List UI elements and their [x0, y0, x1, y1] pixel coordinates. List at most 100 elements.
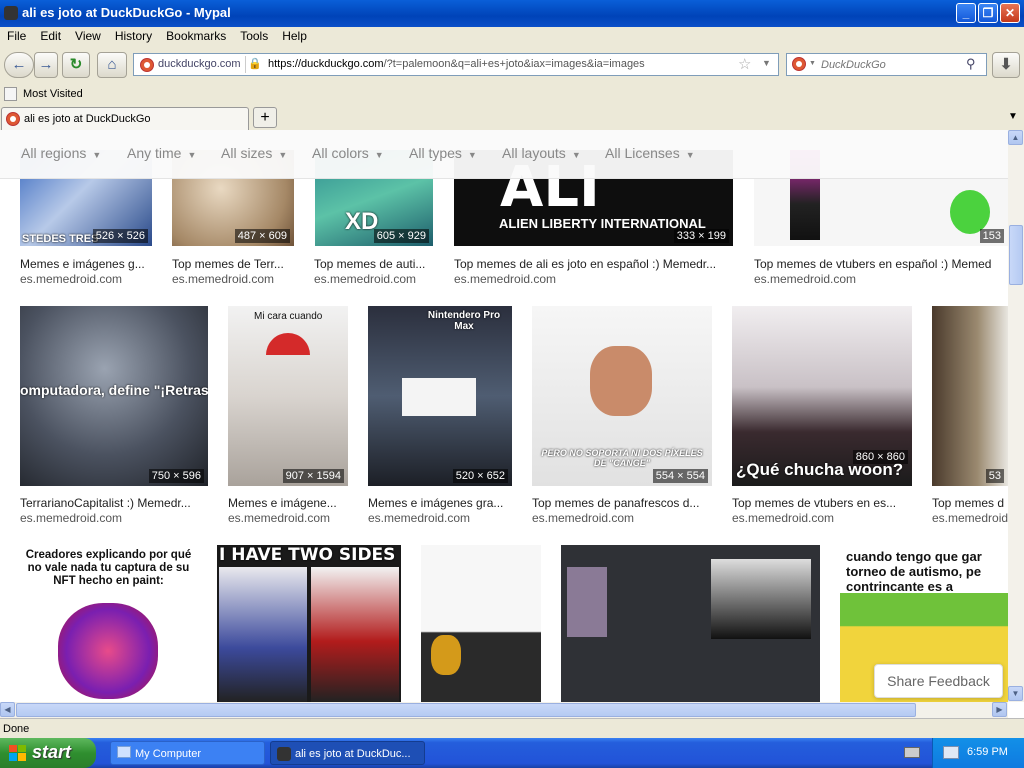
- filter-sizes[interactable]: All sizes ▼: [221, 145, 287, 161]
- bookmark-star-icon[interactable]: ☆: [738, 55, 751, 73]
- site-identity-button[interactable]: duckduckgo.com: [136, 56, 246, 73]
- image-result-thumbnail[interactable]: [561, 545, 820, 702]
- result-source[interactable]: es.memedroid.com: [532, 511, 716, 525]
- menu-tools[interactable]: Tools: [233, 27, 275, 43]
- image-result-thumbnail[interactable]: ¿Qué chucha woon? 860 × 860: [732, 306, 912, 486]
- result-source[interactable]: es.memedroid.com: [932, 511, 1008, 525]
- forward-button[interactable]: →: [34, 52, 58, 78]
- scroll-left-button[interactable]: ◀: [0, 702, 15, 717]
- result-source[interactable]: es.memedroid.com: [454, 272, 739, 286]
- search-bar[interactable]: ▼ ⚲: [786, 53, 987, 76]
- image-result-thumbnail[interactable]: omputadora, define "¡Retraso 750 × 596: [20, 306, 208, 486]
- windows-logo-icon: [9, 745, 26, 761]
- filter-colors[interactable]: All colors ▼: [312, 145, 384, 161]
- filter-time[interactable]: Any time ▼: [127, 145, 196, 161]
- menu-help[interactable]: Help: [275, 27, 314, 43]
- downloads-button[interactable]: ⬇: [992, 52, 1020, 78]
- scroll-down-button[interactable]: ▼: [1008, 686, 1023, 701]
- restore-button[interactable]: ❐: [978, 3, 998, 23]
- result-caption[interactable]: Memes e imágenes g...: [20, 257, 160, 271]
- tab-active[interactable]: ali es joto at DuckDuckGo: [1, 107, 249, 130]
- minimize-button[interactable]: _: [956, 3, 976, 23]
- filter-layouts[interactable]: All layouts ▼: [502, 145, 581, 161]
- image-dimensions: 526 × 526: [92, 229, 148, 243]
- chevron-down-icon: ▼: [467, 150, 477, 160]
- vertical-scroll-thumb[interactable]: [1009, 225, 1023, 285]
- image-result-thumbnail[interactable]: Creadores explicando por qué no vale nad…: [20, 545, 197, 702]
- start-button[interactable]: start: [0, 738, 96, 768]
- taskbar-item-browser[interactable]: ali es joto at DuckDuc...: [270, 741, 425, 765]
- menu-view[interactable]: View: [68, 27, 108, 43]
- scroll-right-button[interactable]: ▶: [992, 702, 1007, 717]
- image-result-thumbnail[interactable]: PERO NO SOPORTA NI DOS PÍXELES DE "CANGE…: [532, 306, 712, 486]
- menu-bookmarks[interactable]: Bookmarks: [159, 27, 233, 43]
- horizontal-scrollbar[interactable]: ◀ ▶: [0, 702, 1008, 718]
- result-caption[interactable]: Top memes de auti...: [314, 257, 439, 271]
- reload-icon: ↻: [69, 56, 83, 73]
- result-caption[interactable]: Top memes de vtubers en español :) Memed: [754, 257, 1008, 271]
- network-icon[interactable]: [943, 746, 959, 759]
- start-label: start: [32, 742, 72, 762]
- navigation-toolbar: ← → ↻ ⌂ duckduckgo.com 🔒 https://duckduc…: [0, 46, 1024, 84]
- image-result-thumbnail[interactable]: [421, 545, 541, 702]
- taskbar-item-label: ali es joto at DuckDuc...: [295, 748, 411, 760]
- result-source[interactable]: es.memedroid.com: [20, 272, 160, 286]
- result-source[interactable]: es.memedroid.com: [20, 511, 210, 525]
- menu-history[interactable]: History: [108, 27, 159, 43]
- result-source[interactable]: es.memedroid.com: [228, 511, 352, 525]
- keyboard-icon[interactable]: [904, 747, 920, 758]
- result-source[interactable]: es.memedroid.com: [732, 511, 916, 525]
- result-source[interactable]: es.memedroid.com: [314, 272, 439, 286]
- menu-bar: File Edit View History Bookmarks Tools Help: [0, 27, 1024, 46]
- image-dimensions: 554 × 554: [652, 469, 708, 483]
- search-input[interactable]: [821, 57, 961, 72]
- clock[interactable]: 6:59 PM: [967, 746, 1008, 758]
- home-button[interactable]: ⌂: [97, 52, 127, 78]
- back-button[interactable]: ←: [4, 52, 34, 78]
- result-source[interactable]: es.memedroid.com: [172, 272, 297, 286]
- scroll-up-button[interactable]: ▲: [1008, 130, 1023, 145]
- filter-licenses-label: All Licenses: [605, 145, 680, 161]
- new-tab-button[interactable]: +: [253, 107, 277, 128]
- result-caption[interactable]: Top memes de ali es joto en español :) M…: [454, 257, 739, 271]
- taskbar-item-label: My Computer: [135, 748, 202, 760]
- image-text: PERO NO SOPORTA NI DOS PÍXELES DE "CANGE…: [541, 448, 703, 468]
- share-feedback-button[interactable]: Share Feedback: [874, 664, 1003, 698]
- url-text[interactable]: https://duckduckgo.com/?t=palemoon&q=ali…: [268, 58, 645, 70]
- result-caption[interactable]: Memes e imágenes gra...: [368, 496, 516, 510]
- result-caption[interactable]: Top memes de Terr...: [172, 257, 297, 271]
- menu-edit[interactable]: Edit: [33, 27, 68, 43]
- filter-licenses[interactable]: All Licenses ▼: [605, 145, 695, 161]
- filter-time-label: Any time: [127, 145, 182, 161]
- url-dropdown-icon[interactable]: ▼: [762, 58, 771, 68]
- image-figure: [950, 190, 990, 234]
- image-result-thumbnail[interactable]: 53: [932, 306, 1008, 486]
- search-engine-icon[interactable]: [792, 57, 806, 71]
- image-result-thumbnail[interactable]: Mi cara cuando 907 × 1594: [228, 306, 348, 486]
- result-caption[interactable]: Top memes d: [932, 496, 1008, 510]
- result-caption[interactable]: Top memes de vtubers en es...: [732, 496, 916, 510]
- filter-regions[interactable]: All regions ▼: [21, 145, 101, 161]
- most-visited-link[interactable]: Most Visited: [23, 88, 83, 100]
- result-source[interactable]: es.memedroid.com: [368, 511, 516, 525]
- reload-button[interactable]: ↻: [62, 52, 90, 78]
- tab-list-icon[interactable]: ▼: [1008, 111, 1018, 122]
- result-caption[interactable]: Top memes de panafrescos d...: [532, 496, 716, 510]
- url-bar[interactable]: duckduckgo.com 🔒 https://duckduckgo.com/…: [133, 53, 779, 76]
- image-text: I HAVE TWO SIDES: [219, 545, 396, 565]
- close-button[interactable]: ✕: [1000, 3, 1020, 23]
- filter-types[interactable]: All types ▼: [409, 145, 477, 161]
- image-result-thumbnail[interactable]: I HAVE TWO SIDES: [217, 545, 401, 702]
- horizontal-scroll-thumb[interactable]: [16, 703, 916, 717]
- image-dimensions: 605 × 929: [373, 229, 429, 243]
- menu-file[interactable]: File: [0, 27, 33, 43]
- search-engine-dropdown-icon[interactable]: ▼: [809, 60, 816, 67]
- taskbar-item-my-computer[interactable]: My Computer: [110, 741, 265, 765]
- vertical-scrollbar[interactable]: ▲ ▼: [1008, 130, 1024, 702]
- image-result-thumbnail[interactable]: Nintendero Pro Max 520 × 652: [368, 306, 512, 486]
- result-caption[interactable]: TerrarianoCapitalist :) Memedr...: [20, 496, 210, 510]
- result-caption[interactable]: Memes e imágene...: [228, 496, 352, 510]
- image-text: omputadora, define "¡Retraso: [20, 382, 208, 398]
- search-icon[interactable]: ⚲: [966, 56, 976, 72]
- result-source[interactable]: es.memedroid.com: [754, 272, 1008, 286]
